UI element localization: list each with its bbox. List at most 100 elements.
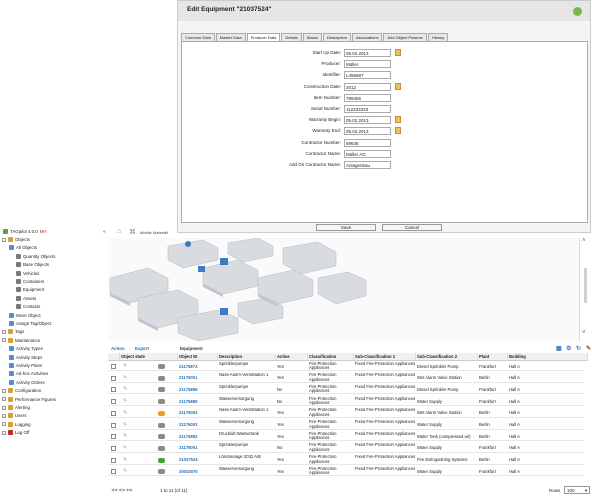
cell-id[interactable]: 20010070 [178,466,218,476]
row-checkbox[interactable] [111,445,116,451]
expand-toggle-icon[interactable]: - [2,413,6,418]
scroll-thumb[interactable] [584,268,587,303]
field-input[interactable]: 789456 [344,93,391,102]
cell-id[interactable]: 21176001 [178,443,218,453]
home-icon[interactable]: ⌂ [117,228,121,235]
row-action-icon[interactable]: ✎ [123,410,127,416]
action-menu[interactable]: Action [111,346,125,351]
expand-toggle-icon[interactable]: - [2,405,6,410]
map-icon[interactable]: ⌘ [129,228,136,236]
sidebar-item[interactable]: Assets [16,295,36,302]
sidebar-item[interactable]: Base Objects [16,261,49,268]
map-scrollbar[interactable]: ˄ ˅ [580,238,592,342]
row-action-icon[interactable]: ✎ [123,457,127,463]
expand-toggle-icon[interactable]: - [2,430,6,435]
mobile-label[interactable]: Mobile Materialf [140,230,168,235]
expand-toggle-icon[interactable]: - [2,397,6,402]
sidebar-item[interactable]: Move Object [9,312,41,319]
row-action-icon[interactable]: ✎ [123,445,127,451]
sidebar-item[interactable]: Assign Tag/Object [9,320,51,327]
calendar-icon[interactable] [395,127,401,135]
row-checkbox[interactable] [111,469,116,475]
help-icon[interactable] [573,7,582,16]
expand-toggle-icon[interactable]: - [2,388,6,393]
field-input[interactable]: Müller AG [344,149,391,158]
sidebar-item[interactable]: Containers [16,278,44,285]
field-input[interactable]: L456687 [344,71,391,80]
row-checkbox[interactable] [111,387,116,393]
row-checkbox[interactable] [111,434,116,440]
sidebar-item[interactable]: - Configuration [2,387,41,394]
field-input[interactable]: Müller [344,60,391,69]
table-row[interactable]: ✎ 21176003 Wasserversorgung Yes Fire-Protect… [108,420,584,430]
expand-toggle-icon[interactable]: - [2,422,6,427]
sidebar-item[interactable]: - Objects [2,236,30,243]
sidebar-item[interactable]: Activity Types [9,345,43,352]
expand-toggle-icon[interactable]: - [2,329,6,334]
row-action-icon[interactable]: ✎ [123,433,127,439]
table-row[interactable]: ✎ 21175886 Sprinklerpumpe No Fire-Protection… [108,384,584,395]
table-row[interactable]: ✎ 21176001 Nass-Alarm-Ventilstation 1 Yes Fi… [108,373,584,383]
sidebar-item[interactable]: Contacts [16,303,40,310]
column-header[interactable]: Sub-Classification 2 [416,353,478,361]
row-action-icon[interactable]: ✎ [123,422,127,428]
sidebar-item[interactable]: - Log Off [2,429,29,436]
pager-nav-icon[interactable]: ◀◀ ◀ ▶ ▶▶ [111,487,133,492]
field-input[interactable]: 89635 [344,138,391,147]
calendar-icon[interactable] [395,82,401,90]
row-checkbox[interactable] [111,457,116,463]
scroll-up-icon[interactable]: ˄ [582,238,586,244]
cell-id[interactable]: 21176004 [178,408,218,418]
column-header[interactable]: Classification [308,353,354,361]
sidebar-item[interactable]: Activity Orders [9,379,45,386]
sidebar-item[interactable]: - Performance Figures [2,396,56,403]
field-input[interactable]: 2012 [344,82,391,91]
column-header[interactable] [108,353,120,361]
edit-icon[interactable]: ✎ [586,345,591,352]
row-checkbox[interactable] [111,375,116,381]
field-input[interactable]: 05.02.2013 [344,116,391,125]
table-row[interactable]: ✎ 20010070 Wasserversorgung Yes Fire-Protect… [108,466,584,477]
expand-toggle-icon[interactable]: - [2,338,6,343]
table-row[interactable]: ✎ 21176004 Nass-Alarm-Ventilstation 1 Yes Fi… [108,408,584,418]
cell-id[interactable]: 21175885 [178,396,218,406]
row-checkbox[interactable] [111,364,116,369]
site-map[interactable] [108,237,580,342]
sidebar-item[interactable]: Activity Plans [9,362,42,369]
column-header[interactable]: Object state [120,353,178,361]
sidebar-item[interactable]: Vehicles [16,270,39,277]
collapse-icon[interactable]: « [103,229,106,235]
expand-toggle-icon[interactable]: - [2,237,6,242]
refresh-icon[interactable]: ↻ [576,345,581,352]
rows-select[interactable]: 100 ▼ [564,486,590,494]
sidebar-item[interactable]: - Maintenance [2,337,40,344]
column-header[interactable]: Active [276,353,308,361]
field-input[interactable]: 05.02.2013 [344,49,391,57]
cell-id[interactable]: 21176003 [178,420,218,430]
sidebar-item[interactable]: Equipment [16,286,44,293]
cell-id[interactable]: 21037524 [178,455,218,465]
row-action-icon[interactable]: ✎ [123,375,127,381]
sidebar-item[interactable]: - Alerting [2,404,30,411]
row-action-icon[interactable]: ✎ [123,363,127,369]
calendar-icon[interactable] [395,116,401,124]
cell-id[interactable]: 21175886 [178,384,218,394]
cell-id[interactable]: 21175882 [178,431,218,441]
export-menu[interactable]: Export [135,346,149,351]
sidebar-item[interactable]: All Objects [9,244,37,251]
row-action-icon[interactable]: ✎ [123,468,127,474]
table-row[interactable]: ✎ 21175885 Wasserversorgung No Fire-Protecti… [108,396,584,407]
cell-id[interactable]: 21176001 [178,373,218,383]
table-row[interactable]: ✎ 21175872 Sprinklerpumpe Yes Fire-Protectio… [108,361,584,371]
field-input[interactable]: 112233333 [344,105,391,113]
row-action-icon[interactable]: ✎ [123,386,127,392]
sidebar-item[interactable]: - Users [2,412,26,419]
field-input[interactable]: 05.02.2013 [344,127,391,136]
cell-id[interactable]: 21175872 [178,361,218,371]
column-header[interactable]: Sub-Classification 1 [354,353,416,361]
sidebar-item[interactable]: - Tags [2,328,24,335]
row-checkbox[interactable] [111,410,116,416]
calendar-icon[interactable] [395,49,401,56]
column-header[interactable]: Building [508,353,588,361]
sidebar-item[interactable]: Quantity Objects [16,253,55,260]
